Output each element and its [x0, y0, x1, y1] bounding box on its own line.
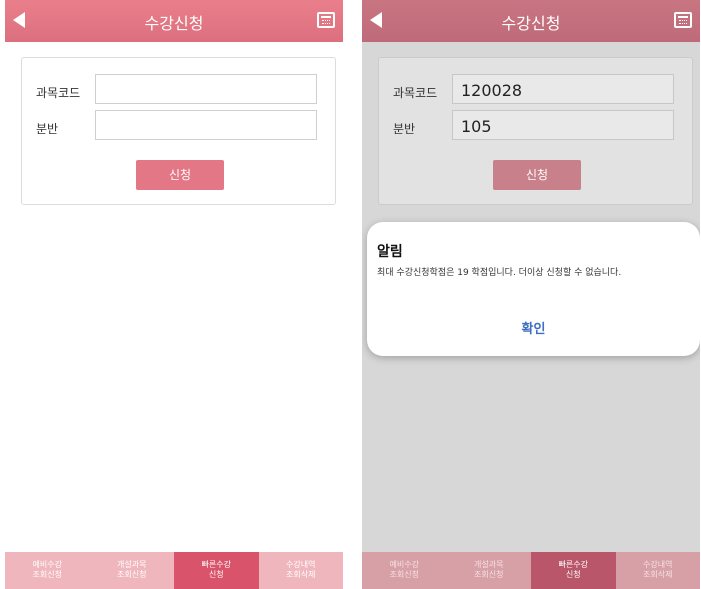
section-input[interactable] [95, 110, 317, 140]
tab-label-line1: 예비수강 [32, 560, 62, 569]
tab-label-line1: 빠른수강 [558, 560, 588, 569]
calendar-icon[interactable] [674, 12, 692, 28]
tab-pre-registration[interactable]: 예비수강 조회신청 [362, 552, 447, 589]
screen-course-registration-empty: 수강신청 과목코드 분반 신청 예비수강 조회신청 개설과목 조회신청 빠른수강… [5, 0, 343, 589]
course-code-input[interactable] [95, 74, 317, 104]
tab-label-line1: 개설과목 [117, 560, 147, 569]
tab-label-line2: 조회삭제 [286, 570, 316, 579]
page-title: 수강신청 [144, 14, 204, 33]
tab-label-line1: 예비수강 [389, 560, 419, 569]
tab-label-line1: 개설과목 [474, 560, 504, 569]
tab-label-line2: 신청 [208, 570, 224, 579]
page-title: 수강신청 [501, 14, 561, 33]
tab-open-courses[interactable]: 개설과목 조회신청 [447, 552, 532, 589]
tab-quick-registration[interactable]: 빠른수강 신청 [174, 552, 259, 589]
course-code-input[interactable]: 120028 [452, 74, 674, 104]
confirm-button[interactable]: 확인 [367, 318, 700, 337]
course-code-label: 과목코드 [36, 86, 81, 100]
tab-label-line1: 수강내역 [643, 560, 673, 569]
dialog-message: 최대 수강신청학점은 19 학점입니다. 더이상 신청할 수 없습니다. [377, 268, 622, 278]
tab-registration-history[interactable]: 수강내역 조회삭제 [259, 552, 344, 589]
alert-dialog: 알림 최대 수강신청학점은 19 학점입니다. 더이상 신청할 수 없습니다. … [367, 222, 700, 356]
tab-quick-registration[interactable]: 빠른수강 신청 [531, 552, 616, 589]
tab-open-courses[interactable]: 개설과목 조회신청 [90, 552, 175, 589]
tab-pre-registration[interactable]: 예비수강 조회신청 [5, 552, 90, 589]
app-header: 수강신청 [5, 0, 343, 42]
apply-button[interactable]: 신청 [136, 160, 224, 190]
bottom-tab-bar: 예비수강 조회신청 개설과목 조회신청 빠른수강 신청 수강내역 조회삭제 [5, 552, 343, 589]
section-input[interactable]: 105 [452, 110, 674, 140]
tab-label-line2: 조회신청 [474, 570, 504, 579]
tab-registration-history[interactable]: 수강내역 조회삭제 [616, 552, 701, 589]
dialog-title: 알림 [377, 244, 403, 260]
calendar-icon[interactable] [317, 12, 335, 28]
tab-label-line2: 조회삭제 [643, 570, 673, 579]
course-code-label: 과목코드 [393, 86, 438, 100]
app-header: 수강신청 [362, 0, 700, 42]
bottom-tab-bar: 예비수강 조회신청 개설과목 조회신청 빠른수강 신청 수강내역 조회삭제 [362, 552, 700, 589]
apply-button[interactable]: 신청 [493, 160, 581, 190]
screen-course-registration-alert: 수강신청 과목코드 120028 분반 105 신청 알림 최대 수강신청학점은… [362, 0, 700, 589]
tab-label-line1: 빠른수강 [201, 560, 231, 569]
tab-label-line2: 조회신청 [389, 570, 419, 579]
section-label: 분반 [36, 122, 59, 136]
registration-form: 과목코드 120028 분반 105 신청 [378, 57, 693, 205]
tab-label-line2: 조회신청 [117, 570, 147, 579]
tab-label-line2: 신청 [565, 570, 581, 579]
tab-label-line2: 조회신청 [32, 570, 62, 579]
registration-form: 과목코드 분반 신청 [21, 57, 336, 205]
tab-label-line1: 수강내역 [286, 560, 316, 569]
section-label: 분반 [393, 122, 416, 136]
